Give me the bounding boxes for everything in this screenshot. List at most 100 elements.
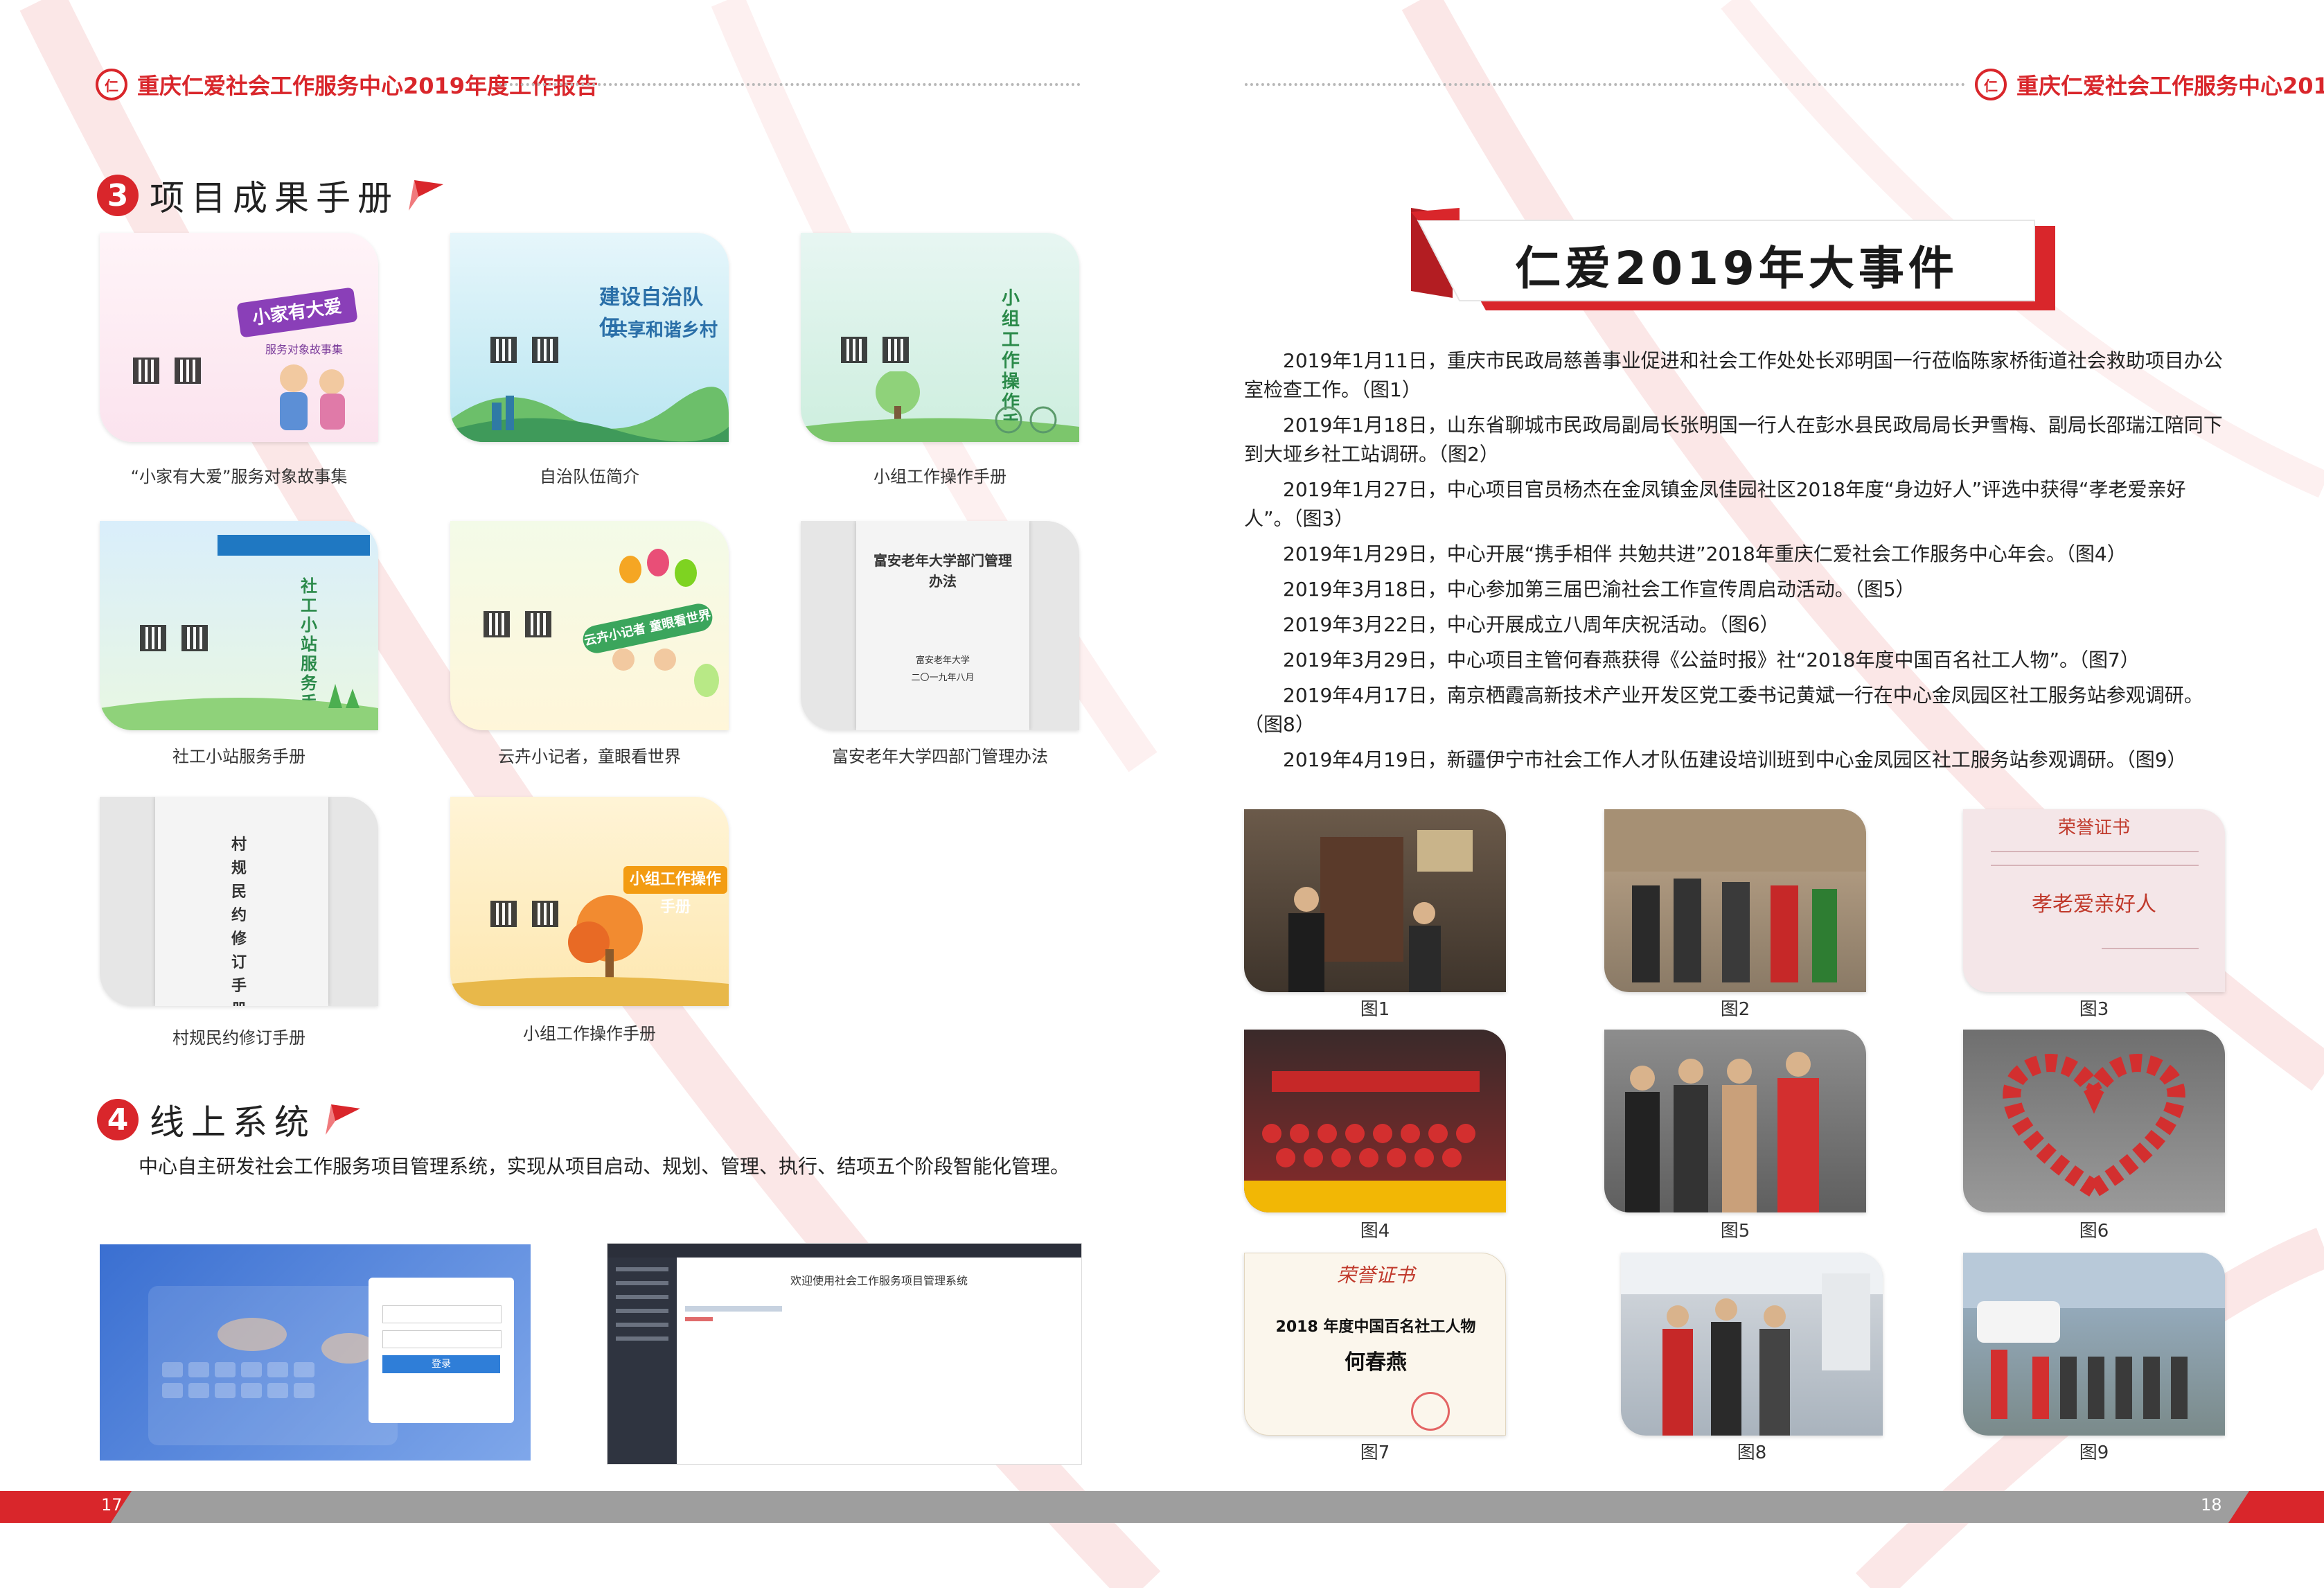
photo-caption: 图1 bbox=[1360, 999, 1390, 1020]
cover-title: 村规民约修订手册 bbox=[231, 836, 247, 1006]
handbook-caption: 社工小站服务手册 bbox=[172, 747, 305, 766]
event-photo-9 bbox=[1963, 1253, 2225, 1436]
left-page: 仁 重庆仁爱社会工作服务中心2019年度工作报告 3 项目成果手册 小家有大爱 … bbox=[0, 0, 1162, 1588]
page-number: 17 bbox=[101, 1495, 123, 1515]
photo-caption: 图5 bbox=[1720, 1221, 1750, 1242]
event-item: 2019年1月29日，中心开展“携手相伴 共勉共进”2018年重庆仁爱社会工作服… bbox=[1283, 542, 2127, 565]
seal-icon bbox=[1411, 1392, 1450, 1431]
photo-caption: 图4 bbox=[1360, 1221, 1390, 1242]
handbook-cover-4: 社工小站服务手册 bbox=[100, 521, 378, 730]
event-item: 2019年1月27日，中心项目官员杨杰在金凤镇金凤佳园社区2018年度“身边好人… bbox=[1244, 478, 2186, 530]
photo-caption: 图8 bbox=[1737, 1443, 1767, 1463]
certificate-award: 2018 年度中国百名社工人物 bbox=[1275, 1318, 1476, 1336]
section4-heading: 4 线上系统 bbox=[97, 1095, 360, 1145]
qr-code bbox=[181, 625, 208, 651]
handbook-caption: 村规民约修订手册 bbox=[172, 1028, 305, 1048]
cover-org: 富安老年大学 bbox=[915, 655, 970, 666]
login-screenshot: 登录 bbox=[100, 1244, 531, 1461]
handbook-caption: 云卉小记者，童眼看世界 bbox=[498, 747, 681, 766]
handbook-cover-6: 富安老年大学部门管理办法 富安老年大学 二〇一九年八月 bbox=[801, 521, 1079, 730]
handbook-caption: 小组工作操作手册 bbox=[873, 467, 1006, 486]
flag-icon bbox=[326, 1104, 360, 1135]
header-title: 重庆仁爱社会工作服务中心2019年度工作报告 bbox=[2016, 73, 2324, 99]
photo-caption: 图7 bbox=[1360, 1443, 1390, 1463]
qr-code bbox=[175, 358, 201, 384]
handbook-cover-7: 村规民约修订手册 bbox=[100, 797, 378, 1006]
footer-bar bbox=[0, 1491, 1162, 1523]
autumn-tree-illustration bbox=[450, 895, 729, 1006]
certificate-title: 荣誉证书 bbox=[2057, 818, 2130, 838]
photo-training-visit bbox=[1963, 1253, 2225, 1419]
photo-caption: 图9 bbox=[2079, 1443, 2109, 1463]
event-item: 2019年3月18日，中心参加第三届巴渝社会工作宣传周启动活动。（图5） bbox=[1283, 578, 1915, 601]
event-photo-8 bbox=[1621, 1253, 1883, 1436]
cover-title: 小家有大爱 bbox=[236, 287, 358, 338]
logo-icon: 仁 bbox=[96, 69, 127, 100]
handbook-caption: “小家有大爱”服务对象故事集 bbox=[130, 467, 348, 486]
photo-publicity-week bbox=[1625, 1052, 1819, 1212]
photo-office-visit bbox=[1288, 830, 1473, 992]
events-title: 仁爱2019年大事件 bbox=[1515, 242, 1958, 295]
event-photo-7: 荣誉证书 2018 年度中国百名社工人物 何春燕 bbox=[1244, 1253, 1506, 1436]
section4-title: 线上系统 bbox=[150, 1102, 316, 1143]
section3-title: 项目成果手册 bbox=[150, 178, 399, 218]
handbook-caption: 富安老年大学四部门管理办法 bbox=[832, 747, 1048, 766]
cover-title: 富安老年大学部门管理办法 bbox=[873, 552, 1012, 590]
landscape-illustration bbox=[450, 387, 729, 442]
header-divider bbox=[1245, 83, 1965, 86]
login-button[interactable]: 登录 bbox=[382, 1355, 500, 1373]
handbook-caption: 小组工作操作手册 bbox=[523, 1024, 656, 1043]
page-header: 仁 重庆仁爱社会工作服务中心2019年度工作报告 bbox=[1975, 67, 2324, 103]
handbook-cover-1: 小家有大爱 服务对象故事集 bbox=[100, 233, 378, 442]
system-sidebar bbox=[607, 1258, 677, 1464]
header-divider bbox=[499, 83, 1081, 86]
qr-code bbox=[133, 358, 159, 384]
cover-date: 二〇一九年八月 bbox=[911, 673, 975, 683]
qr-code bbox=[532, 337, 558, 363]
system-screenshot: 欢迎使用社会工作服务项目管理系统 bbox=[607, 1243, 1082, 1465]
logo-icon: 仁 bbox=[1975, 69, 2007, 100]
qr-code bbox=[882, 337, 909, 363]
password-field[interactable] bbox=[382, 1330, 502, 1348]
certificate-title: 荣誉证书 bbox=[1336, 1264, 1414, 1287]
event-photo-5 bbox=[1604, 1030, 1866, 1212]
qr-code bbox=[490, 337, 517, 363]
events-list: 2019年1月11日，重庆市民政局慈善事业促进和社会工作处处长邓明国一行莅临陈家… bbox=[1244, 346, 2228, 781]
photo-annual-meeting bbox=[1244, 1071, 1506, 1212]
section3-number: 3 bbox=[97, 175, 139, 216]
certificate-name: 何春燕 bbox=[1345, 1350, 1407, 1375]
page-number: 18 bbox=[2201, 1495, 2222, 1515]
footer-bar bbox=[1162, 1491, 2324, 1523]
qr-code bbox=[140, 625, 166, 651]
grass-illustration bbox=[100, 684, 378, 730]
balloon-illustration bbox=[612, 549, 719, 697]
event-photo-4 bbox=[1244, 1030, 1506, 1212]
event-item: 2019年4月17日，南京栖霞高新技术产业开发区党工委书记黄斌一行在中心金凤园区… bbox=[1244, 684, 2203, 736]
event-item: 2019年1月11日，重庆市民政局慈善事业促进和社会工作处处长邓明国一行莅临陈家… bbox=[1244, 349, 2223, 401]
photo-caption: 图6 bbox=[2079, 1221, 2109, 1242]
section4-number: 4 bbox=[97, 1099, 139, 1140]
event-item: 2019年3月22日，中心开展成立八周年庆祝活动。（图6） bbox=[1283, 613, 1780, 636]
family-illustration bbox=[280, 364, 345, 430]
qr-code bbox=[841, 337, 867, 363]
event-item: 2019年4月19日，新疆伊宁市社会工作人才队伍建设培训班到中心金凤园区社工服务… bbox=[1283, 748, 2187, 771]
brochure-spread: 仁 重庆仁爱社会工作服务中心2019年度工作报告 3 项目成果手册 小家有大爱 … bbox=[0, 0, 2324, 1588]
event-photo-1 bbox=[1244, 809, 1506, 992]
username-field[interactable] bbox=[382, 1305, 502, 1323]
event-item: 2019年1月18日，山东省聊城市民政局副局长张明国一行人在彭水县民政局局长尹雪… bbox=[1244, 414, 2223, 466]
flag-icon bbox=[409, 180, 443, 211]
event-photo-3: 荣誉证书 孝老爱亲好人 bbox=[1963, 809, 2225, 992]
handbook-cover-3: 小组工作操作手册 bbox=[801, 233, 1079, 442]
footer-accent bbox=[2228, 1491, 2324, 1523]
system-welcome: 欢迎使用社会工作服务项目管理系统 bbox=[790, 1274, 968, 1287]
tree-illustration bbox=[801, 371, 1079, 442]
section4-paragraph: 中心自主研发社会工作服务项目管理系统，实现从项目启动、规划、管理、执行、结项五个… bbox=[139, 1155, 1070, 1178]
handbook-cover-2: 建设自治队伍 共享和谐乡村 bbox=[450, 233, 729, 442]
certificate-award: 孝老爱亲好人 bbox=[2032, 892, 2156, 917]
photo-caption: 图3 bbox=[2079, 999, 2109, 1020]
photo-anniversary-heart bbox=[2003, 1054, 2185, 1200]
system-row bbox=[685, 1317, 713, 1321]
system-row bbox=[685, 1306, 782, 1312]
photo-service-station bbox=[1621, 1253, 1883, 1436]
event-photo-2 bbox=[1604, 809, 1866, 992]
